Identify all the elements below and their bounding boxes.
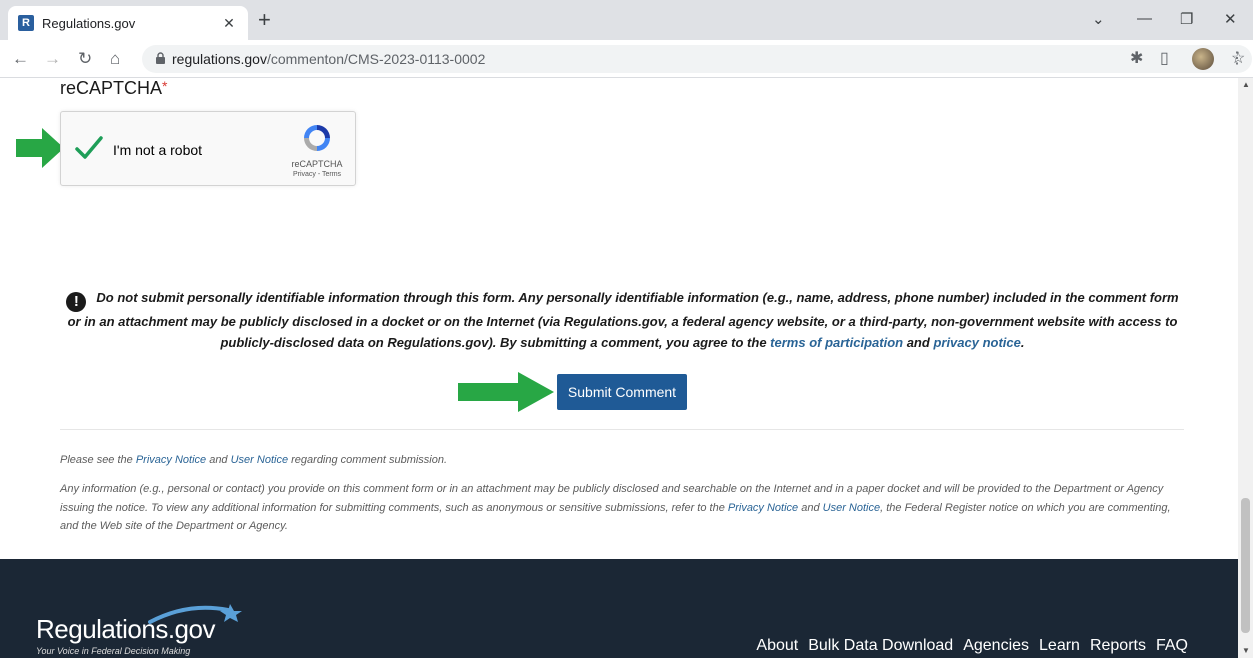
profile-avatar[interactable] [1192, 48, 1214, 70]
scroll-down-icon[interactable]: ▼ [1242, 646, 1250, 655]
recaptcha-links: Privacy - Terms [292, 171, 342, 178]
divider [60, 429, 1184, 430]
exclamation-circle-icon: ! [66, 292, 87, 312]
browser-tab-bar: R Regulations.gov ✕ + ⌄ — ❐ ✕ [0, 0, 1253, 40]
not-a-robot-label: I'm not a robot [113, 142, 203, 158]
scroll-up-icon[interactable]: ▲ [1242, 80, 1250, 89]
privacy-notice-link[interactable]: privacy notice [933, 335, 1020, 350]
privacy-notice-link-2[interactable]: Privacy Notice [136, 454, 206, 466]
forward-icon[interactable]: → [44, 49, 61, 69]
recaptcha-logo-icon [304, 125, 330, 151]
site-footer: Regulations.gov Your Voice in Federal De… [0, 559, 1238, 658]
green-arrow-icon [16, 128, 64, 168]
checkmark-icon[interactable] [74, 134, 104, 162]
submit-comment-button[interactable]: Submit Comment [557, 374, 687, 410]
page-scrollbar[interactable]: ▲ ▼ [1238, 78, 1253, 658]
new-tab-icon[interactable]: + [258, 9, 271, 31]
side-panel-icon[interactable]: ▯ [1160, 50, 1169, 68]
window-close-icon[interactable]: ✕ [1224, 10, 1237, 28]
logo-swoosh-icon [148, 604, 242, 624]
tab-close-icon[interactable]: ✕ [220, 15, 238, 32]
user-notice-link-2[interactable]: User Notice [823, 502, 880, 514]
favicon-icon: R [18, 15, 34, 31]
footer-link-reports[interactable]: Reports [1090, 637, 1146, 655]
disclosure-note: Any information (e.g., personal or conta… [60, 483, 1171, 532]
lock-icon [156, 52, 165, 64]
footer-link-bulk-data[interactable]: Bulk Data Download [808, 637, 953, 655]
recaptcha-privacy-link[interactable]: Privacy [293, 171, 316, 178]
privacy-notice-link-3[interactable]: Privacy Notice [728, 502, 798, 514]
extensions-icon[interactable]: ✱ [1130, 50, 1143, 68]
privacy-note: Please see the Privacy Notice and User N… [60, 454, 448, 466]
menu-kebab-icon[interactable]: ⋮ [1229, 50, 1245, 68]
restore-icon[interactable]: ❐ [1180, 10, 1193, 28]
browser-tab[interactable]: R Regulations.gov ✕ [8, 6, 248, 40]
back-icon[interactable]: ← [12, 49, 29, 69]
scroll-thumb[interactable] [1241, 498, 1250, 633]
footer-link-about[interactable]: About [756, 637, 798, 655]
green-arrow-icon [458, 372, 554, 412]
terms-of-participation-link[interactable]: terms of participation [770, 335, 903, 350]
footer-nav: About Bulk Data Download Agencies Learn … [756, 637, 1188, 655]
home-icon[interactable]: ⌂ [110, 49, 120, 69]
browser-toolbar: ← → ↻ ⌂ regulations.gov/commenton/CMS-20… [0, 40, 1253, 78]
footer-link-learn[interactable]: Learn [1039, 637, 1080, 655]
reload-icon[interactable]: ↻ [78, 49, 92, 69]
recaptcha-brand: reCAPTCHA [291, 159, 343, 169]
footer-tagline: Your Voice in Federal Decision Making [36, 646, 191, 656]
footer-link-agencies[interactable]: Agencies [963, 637, 1029, 655]
tab-title: Regulations.gov [42, 15, 136, 31]
tab-search-icon[interactable]: ⌄ [1092, 10, 1105, 28]
required-mark: * [162, 78, 168, 94]
recaptcha-terms-link[interactable]: Terms [322, 171, 341, 178]
user-notice-link[interactable]: User Notice [231, 454, 288, 466]
recaptcha-heading: reCAPTCHA* [60, 78, 168, 98]
url-text: regulations.gov/commenton/CMS-2023-0113-… [172, 51, 486, 67]
address-bar[interactable]: regulations.gov/commenton/CMS-2023-0113-… [142, 45, 1252, 73]
recaptcha-widget[interactable]: I'm not a robot reCAPTCHA Privacy - Term… [60, 111, 356, 186]
footer-link-faq[interactable]: FAQ [1156, 637, 1188, 655]
pii-warning: ! Do not submit personally identifiable i… [66, 290, 1179, 350]
minimize-icon[interactable]: — [1137, 10, 1152, 27]
